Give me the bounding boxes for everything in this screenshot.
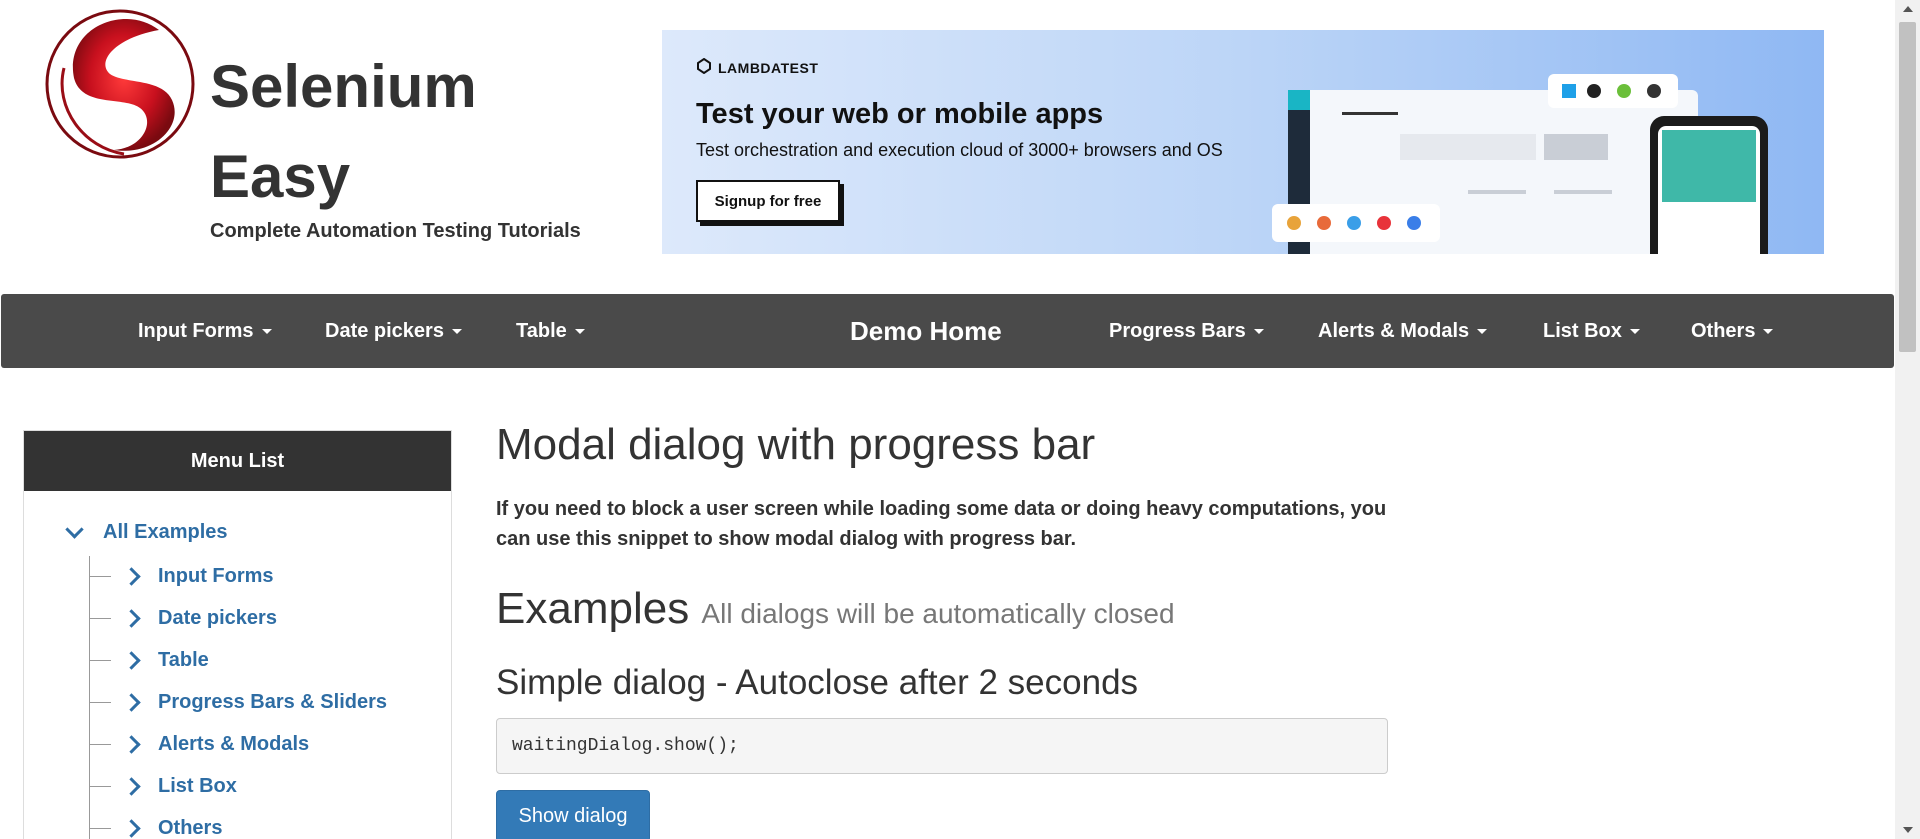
nav-list-box-label: List Box (1543, 320, 1622, 342)
menu-list-heading: Menu List (24, 431, 451, 491)
examples-title: Examples (496, 584, 690, 633)
simple-dialog-heading: Simple dialog - Autoclose after 2 second… (496, 663, 1139, 702)
lambdatest-logo-icon (696, 57, 712, 77)
scrollbar-thumb[interactable] (1899, 22, 1916, 352)
nav-date-pickers[interactable]: Date pickers (325, 294, 462, 368)
vertical-scrollbar[interactable] (1895, 0, 1920, 839)
signup-button[interactable]: Signup for free (696, 180, 840, 222)
tree-item-alerts-modals[interactable]: Alerts & Modals (89, 729, 309, 759)
nav-table-label: Table (516, 320, 567, 342)
caret-down-icon (574, 329, 585, 335)
scroll-up-arrow-icon[interactable] (1903, 6, 1913, 12)
tree-item-date-pickers[interactable]: Date pickers (89, 603, 277, 633)
tree-item-label: Others (158, 816, 223, 839)
tree-item-label: Table (158, 648, 209, 671)
caret-down-icon (1629, 329, 1640, 335)
tree-item-list-box[interactable]: List Box (89, 771, 237, 801)
nav-progress-bars-label: Progress Bars (1109, 320, 1246, 342)
chevron-right-icon (122, 650, 141, 670)
tree-item-input-forms[interactable]: Input Forms (89, 561, 274, 591)
tree-all-examples[interactable]: All Examples (65, 520, 228, 544)
caret-down-icon (261, 329, 272, 335)
tree-item-table[interactable]: Table (89, 645, 209, 675)
tree-item-progress-bars-sliders[interactable]: Progress Bars & Sliders (89, 687, 387, 717)
chevron-right-icon (122, 818, 141, 838)
nav-progress-bars[interactable]: Progress Bars (1109, 294, 1264, 368)
page: Selenium Easy Complete Automation Testin… (0, 0, 1895, 839)
page-title: Modal dialog with progress bar (496, 420, 1096, 469)
nav-date-pickers-label: Date pickers (325, 320, 444, 342)
scroll-down-arrow-icon[interactable] (1903, 827, 1913, 833)
caret-down-icon (1477, 329, 1488, 335)
nav-alerts-modals[interactable]: Alerts & Modals (1318, 294, 1488, 368)
show-dialog-button[interactable]: Show dialog (496, 790, 650, 839)
chevron-right-icon (122, 692, 141, 712)
tree-item-others[interactable]: Others (89, 813, 222, 839)
chevron-right-icon (122, 734, 141, 754)
tree-all-examples-label: All Examples (103, 521, 228, 543)
site-subtitle: Complete Automation Testing Tutorials (210, 220, 581, 242)
lambdatest-brand-text: LAMBDATEST (718, 59, 819, 76)
lambdatest-brand: LAMBDATEST (696, 57, 819, 77)
tree-item-label: Progress Bars & Sliders (158, 690, 387, 713)
menu-list-sidebar: Menu List All Examples Input Forms Date … (23, 430, 452, 839)
banner-subtext: Test orchestration and execution cloud o… (696, 140, 1223, 160)
chevron-right-icon (122, 566, 141, 586)
nav-input-forms[interactable]: Input Forms (138, 294, 272, 368)
caret-down-icon (1763, 329, 1774, 335)
main-navbar: Input Forms Date pickers Table Demo Home… (1, 294, 1894, 368)
nav-alerts-modals-label: Alerts & Modals (1318, 320, 1470, 342)
chevron-down-icon (65, 520, 84, 539)
site-title-line1: Selenium (210, 53, 477, 120)
site-title[interactable]: Selenium Easy (210, 42, 477, 222)
selenium-easy-logo-icon[interactable] (44, 8, 196, 160)
chevron-right-icon (122, 776, 141, 796)
nav-input-forms-label: Input Forms (138, 320, 254, 342)
tree-item-label: Date pickers (158, 606, 277, 629)
nav-others[interactable]: Others (1691, 294, 1774, 368)
banner-headline: Test your web or mobile apps (696, 98, 1104, 130)
caret-down-icon (451, 329, 462, 335)
site-title-line2: Easy (210, 143, 351, 210)
lambdatest-banner[interactable]: LAMBDATEST Test your web or mobile apps … (662, 30, 1824, 254)
examples-note: All dialogs will be automatically closed (701, 598, 1175, 629)
nav-others-label: Others (1691, 320, 1756, 342)
chevron-right-icon (122, 608, 141, 628)
tree-item-label: List Box (158, 774, 237, 797)
tree-item-label: Input Forms (158, 564, 274, 587)
tree-item-label: Alerts & Modals (158, 732, 310, 755)
code-snippet: waitingDialog.show(); (496, 718, 1388, 774)
nav-table[interactable]: Table (516, 294, 585, 368)
nav-demo-home[interactable]: Demo Home (850, 294, 1002, 368)
nav-list-box[interactable]: List Box (1543, 294, 1640, 368)
examples-heading: Examples All dialogs will be automatical… (496, 584, 1175, 634)
banner-product-illustration (1272, 74, 1768, 254)
page-description: If you need to block a user screen while… (496, 498, 1387, 550)
caret-down-icon (1253, 329, 1264, 335)
